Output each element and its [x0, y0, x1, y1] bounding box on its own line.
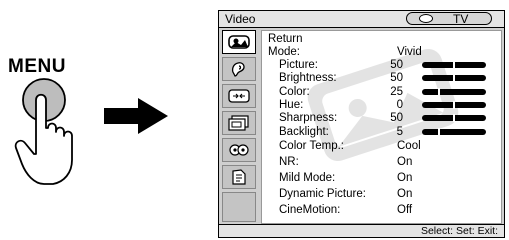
- option-row[interactable]: NR: On: [262, 156, 501, 169]
- setting-row[interactable]: Backlight: 5: [262, 126, 501, 139]
- option-row[interactable]: Dynamic Picture: On: [262, 188, 501, 201]
- slider-knob: [437, 127, 440, 136]
- setting-slider[interactable]: [422, 100, 486, 109]
- setting-slider[interactable]: [422, 114, 486, 123]
- setting-slider[interactable]: [422, 61, 486, 69]
- option-row[interactable]: CineMotion: Off: [262, 204, 501, 217]
- video-icon: [228, 35, 250, 49]
- sidebar-item-audio[interactable]: [222, 57, 256, 81]
- mode-row[interactable]: Mode: Vivid: [262, 46, 501, 59]
- sidebar-item-screen[interactable]: [222, 84, 256, 108]
- right-arrow-icon: [104, 98, 168, 134]
- sidebar-empty-slot: [222, 192, 256, 222]
- option-row[interactable]: Mild Mode: On: [262, 172, 501, 185]
- screen-icon: [228, 89, 250, 103]
- input-indicator: TV: [406, 12, 492, 26]
- slider-knob: [453, 100, 455, 109]
- channel-icon: [228, 115, 249, 131]
- tv-icon: [419, 14, 433, 23]
- audio-icon: [231, 62, 245, 77]
- video-menu-osd: Video TV Return Mode: Vivid Picture: 50 …: [218, 10, 505, 238]
- setting-row[interactable]: Color: 25: [262, 86, 501, 99]
- menu-sidebar: [222, 30, 258, 222]
- setting-slider[interactable]: [422, 127, 486, 136]
- sidebar-item-channel[interactable]: [222, 111, 256, 135]
- setting-row[interactable]: Sharpness: 50: [262, 112, 501, 125]
- input-icon: [232, 169, 246, 185]
- osd-header: Video TV: [219, 11, 504, 28]
- slider-knob: [437, 87, 440, 96]
- hand-pressing-menu-button-icon: [14, 78, 73, 185]
- slider-knob: [453, 114, 455, 123]
- osd-title: Video: [225, 12, 256, 26]
- sidebar-item-video[interactable]: [222, 30, 256, 54]
- input-label: TV: [453, 12, 469, 26]
- setting-row[interactable]: Hue: 0: [262, 99, 501, 112]
- setting-row[interactable]: Picture: 50: [262, 59, 501, 72]
- setting-slider[interactable]: [422, 87, 486, 96]
- setting-slider[interactable]: [422, 74, 486, 83]
- status-bar: Select: Set: Exit:: [219, 224, 504, 237]
- video-settings-panel: Return Mode: Vivid Picture: 50 Brightness:…: [261, 30, 502, 224]
- setup-icon: [229, 144, 249, 156]
- slider-knob: [453, 61, 455, 69]
- option-row[interactable]: Color Temp.: Cool: [262, 140, 501, 153]
- menu-button-label: MENU: [8, 56, 66, 77]
- status-help-text: Select: Set: Exit:: [420, 225, 498, 237]
- slider-knob: [453, 74, 455, 83]
- return-item[interactable]: Return: [262, 33, 501, 46]
- sidebar-item-setup[interactable]: [222, 138, 256, 162]
- setting-row[interactable]: Brightness: 50: [262, 72, 501, 85]
- sidebar-item-input[interactable]: [222, 165, 256, 189]
